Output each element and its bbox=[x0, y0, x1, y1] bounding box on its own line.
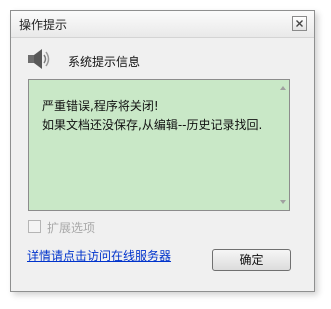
title-bar: 操作提示 bbox=[11, 11, 314, 38]
message-textarea[interactable]: 严重错误,程序将关闭! 如果文档还没保存,从编辑--历史记录找回. bbox=[28, 79, 290, 211]
message-line-1: 严重错误,程序将关闭! bbox=[42, 99, 159, 113]
speaker-icon bbox=[28, 49, 50, 69]
vertical-scrollbar[interactable] bbox=[277, 80, 289, 210]
close-icon bbox=[296, 20, 303, 27]
online-server-link[interactable]: 详情请点击访问在线服务器 bbox=[27, 247, 171, 264]
header-text: 系统提示信息 bbox=[68, 55, 141, 69]
ok-button[interactable]: 确定 bbox=[212, 249, 291, 271]
expand-options-checkbox[interactable] bbox=[28, 220, 41, 233]
dialog-window: 操作提示 系统提示信息 严重错误,程序将关闭! 如果文档还没保存,从编辑--历史… bbox=[10, 10, 315, 292]
expand-options-label: 扩展选项 bbox=[47, 221, 96, 235]
message-text: 严重错误,程序将关闭! 如果文档还没保存,从编辑--历史记录找回. bbox=[42, 97, 262, 135]
window-title: 操作提示 bbox=[19, 18, 68, 32]
scroll-down-icon[interactable] bbox=[277, 196, 289, 208]
close-button[interactable] bbox=[292, 16, 307, 31]
scroll-up-icon[interactable] bbox=[277, 82, 289, 94]
message-line-2: 如果文档还没保存,从编辑--历史记录找回. bbox=[42, 118, 263, 132]
header-row: 系统提示信息 bbox=[11, 38, 314, 78]
